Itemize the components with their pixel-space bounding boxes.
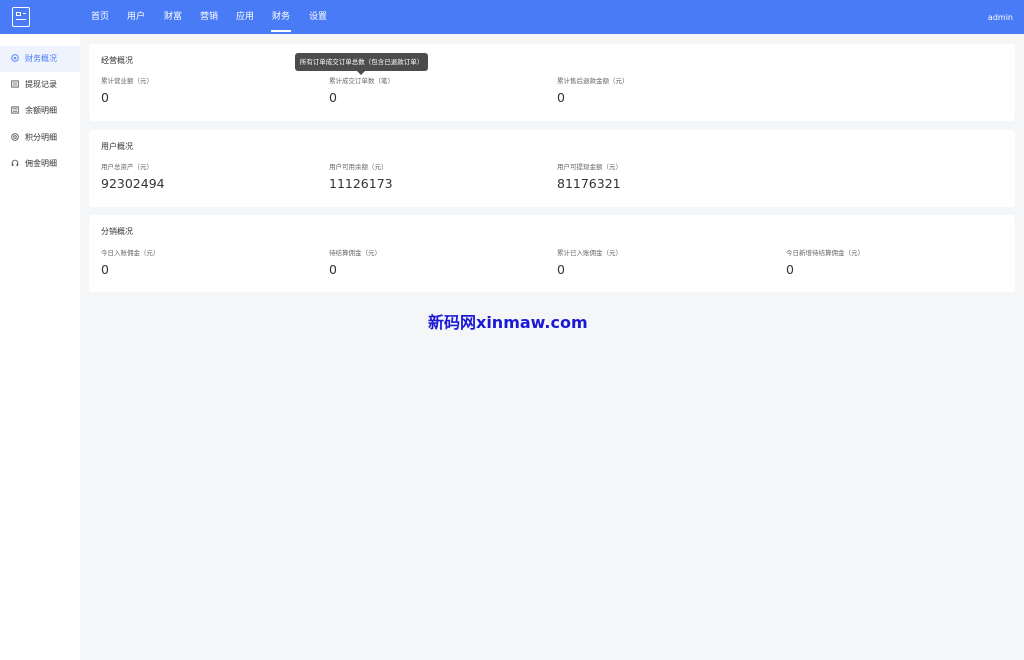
sidebar: 财务概况 提现记录 余额明细 积分明细 佣金明细 (0, 34, 80, 660)
distribution-overview-card: 分销概况 今日入账佣金（元） 0 待结算佣金（元） 0 累计已入账佣金（元） 0… (89, 215, 1015, 292)
commission-detail-icon (11, 159, 19, 167)
sidebar-item-label: 积分明细 (25, 133, 57, 142)
points-detail-icon (11, 133, 19, 141)
nav-marketing[interactable]: 营销 (200, 12, 218, 23)
finance-overview-icon (11, 54, 19, 62)
nav-settings[interactable]: 设置 (309, 12, 327, 23)
withdraw-record-icon (11, 80, 19, 88)
sidebar-item-withdraw-record[interactable]: 提现记录 (0, 72, 80, 98)
watermark-text: 新码网xinmaw.com (428, 313, 588, 332)
stat-label: 累计营业额（元） (101, 77, 153, 85)
sidebar-item-label: 提现记录 (25, 80, 57, 89)
sidebar-item-label: 佣金明细 (25, 159, 57, 168)
stat-label: 累计成交订单数（笔） (329, 77, 394, 85)
stat-label: 用户可用余额（元） (329, 163, 388, 171)
user-overview-card: 用户概况 用户总资产（元） 92302494 用户可用余额（元） 1112617… (89, 130, 1015, 207)
stat-value: 0 (557, 262, 565, 277)
stat-value: 0 (101, 90, 109, 105)
stat-label: 累计已入账佣金（元） (557, 249, 622, 257)
stat-value: 11126173 (329, 176, 393, 191)
stat-value: 0 (101, 262, 109, 277)
logo-icon[interactable] (12, 7, 30, 27)
stat-label: 今日入账佣金（元） (101, 249, 160, 257)
sidebar-item-label: 财务概况 (25, 54, 57, 63)
stat-value: 0 (329, 90, 337, 105)
sidebar-item-commission-detail[interactable]: 佣金明细 (0, 151, 80, 177)
nav-apps[interactable]: 应用 (236, 12, 254, 23)
stat-value: 0 (329, 262, 337, 277)
stat-label: 累计售后退款金额（元） (557, 77, 629, 85)
business-overview-card: 经营概况 累计营业额（元） 0 累计成交订单数（笔） 0 累计售后退款金额（元）… (89, 44, 1015, 121)
nav-home[interactable]: 首页 (91, 12, 109, 23)
top-navbar: 首页 用户 财富 营销 应用 财务 设置 admin (0, 0, 1024, 34)
stat-value: 81176321 (557, 176, 621, 191)
stat-value: 0 (786, 262, 794, 277)
stat-value: 92302494 (101, 176, 165, 191)
sidebar-item-finance-overview[interactable]: 财务概况 (0, 46, 80, 72)
sidebar-item-points-detail[interactable]: 积分明细 (0, 125, 80, 151)
stat-label: 用户总资产（元） (101, 163, 153, 171)
balance-detail-icon (11, 106, 19, 114)
stat-value: 0 (557, 90, 565, 105)
card-title: 经营概况 (101, 56, 133, 65)
nav-users[interactable]: 用户 (127, 12, 145, 23)
stat-label: 今日新增待结算佣金（元） (786, 249, 864, 257)
nav-wealth[interactable]: 财富 (164, 12, 182, 23)
card-title: 分销概况 (101, 227, 133, 236)
nav-finance[interactable]: 财务 (270, 12, 292, 32)
tooltip: 所有订单成交订单总数（包含已退款订单） (295, 53, 428, 75)
user-menu[interactable]: admin (988, 12, 1013, 23)
sidebar-item-balance-detail[interactable]: 余额明细 (0, 98, 80, 124)
stat-label: 待结算佣金（元） (329, 249, 381, 257)
sidebar-item-label: 余额明细 (25, 106, 57, 115)
card-title: 用户概况 (101, 142, 133, 151)
stat-label: 用户可提现金额（元） (557, 163, 622, 171)
